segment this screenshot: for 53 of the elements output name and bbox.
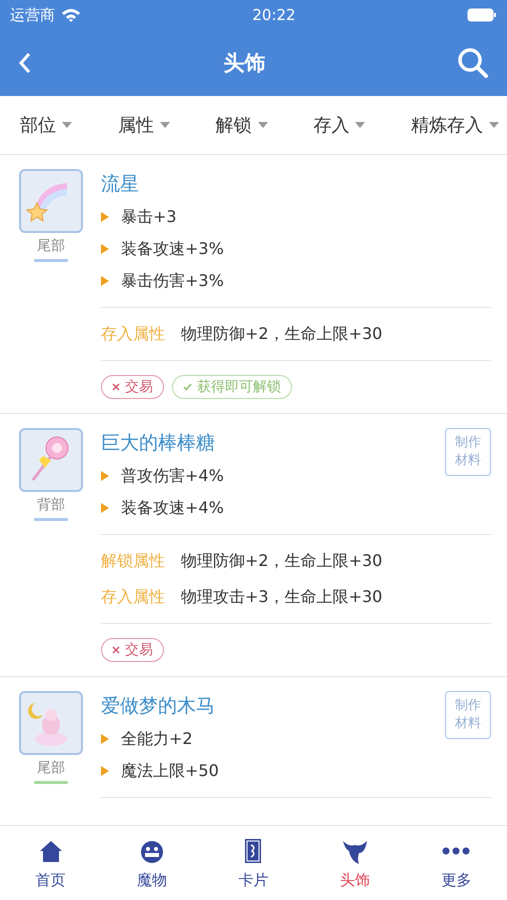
carrier-name: 运营商 <box>10 6 55 24</box>
check-icon <box>183 383 192 391</box>
more-icon <box>442 846 470 854</box>
attribute-label: 解锁属性 <box>101 550 165 572</box>
back-icon[interactable] <box>18 52 32 74</box>
filter-dropdown[interactable]: 存入 <box>313 113 366 137</box>
tag-label: 交易 <box>125 641 153 659</box>
tab-bar-item[interactable]: 更多 <box>416 836 496 890</box>
tab-bar-item[interactable]: 卡片 <box>213 836 294 890</box>
attribute-value: 物理防御+2，生命上限+30 <box>181 550 382 572</box>
bullet-icon <box>101 766 109 776</box>
attribute-value: 物理防御+2，生命上限+30 <box>181 324 382 344</box>
search-icon[interactable] <box>457 47 489 79</box>
item-thumbnail-icon <box>19 428 83 492</box>
page-title: 头饰 <box>224 50 266 77</box>
stat-text: 暴击伤害+3% <box>121 270 224 292</box>
item-name[interactable]: 爱做梦的木马 <box>101 693 215 719</box>
cross-icon <box>112 383 120 391</box>
bullet-icon <box>101 244 109 254</box>
tab-bar-item[interactable]: 首页 <box>10 836 91 890</box>
bullet-icon <box>101 276 109 286</box>
bullet-icon <box>101 212 109 222</box>
stat-text: 装备攻速+3% <box>121 238 224 260</box>
tab-bar-item[interactable]: 头饰 <box>314 836 395 890</box>
slot-label: 背部 <box>37 496 65 514</box>
item-name[interactable]: 巨大的棒棒糖 <box>101 430 215 456</box>
tag-label: 获得即可解锁 <box>197 378 281 396</box>
stat-text: 普攻伤害+4% <box>121 466 224 486</box>
tab-bar-item[interactable]: 魔物 <box>112 836 192 890</box>
stat-text: 暴击+3 <box>121 206 177 228</box>
item-thumbnail-icon <box>19 691 83 755</box>
item-name[interactable]: 流星 <box>101 171 139 197</box>
status-time: 20:22 <box>252 6 296 24</box>
stat-text: 魔法上限+50 <box>121 760 219 782</box>
filter-dropdown[interactable]: 属性 <box>118 113 170 137</box>
stat-text: 全能力+2 <box>121 728 193 750</box>
filter-dropdown[interactable]: 解锁 <box>216 113 268 137</box>
attribute-label: 存入属性 <box>101 324 165 344</box>
wifi-icon <box>61 8 81 22</box>
stat-text: 装备攻速+4% <box>121 498 224 518</box>
bullet-icon <box>101 734 109 744</box>
attribute-label: 存入属性 <box>101 586 165 608</box>
bullet-icon <box>101 503 109 513</box>
item-thumbnail-icon <box>19 169 83 233</box>
cross-icon <box>112 646 120 654</box>
attribute-value: 物理攻击+3，生命上限+30 <box>181 586 382 608</box>
battery-icon <box>466 8 497 22</box>
slot-label: 尾部 <box>37 759 65 777</box>
slot-label: 尾部 <box>37 237 65 255</box>
bullet-icon <box>101 471 109 481</box>
filter-dropdown[interactable]: 部位 <box>20 113 72 137</box>
tag-label: 交易 <box>125 378 153 396</box>
filter-dropdown[interactable]: 精炼存入 <box>411 113 499 137</box>
